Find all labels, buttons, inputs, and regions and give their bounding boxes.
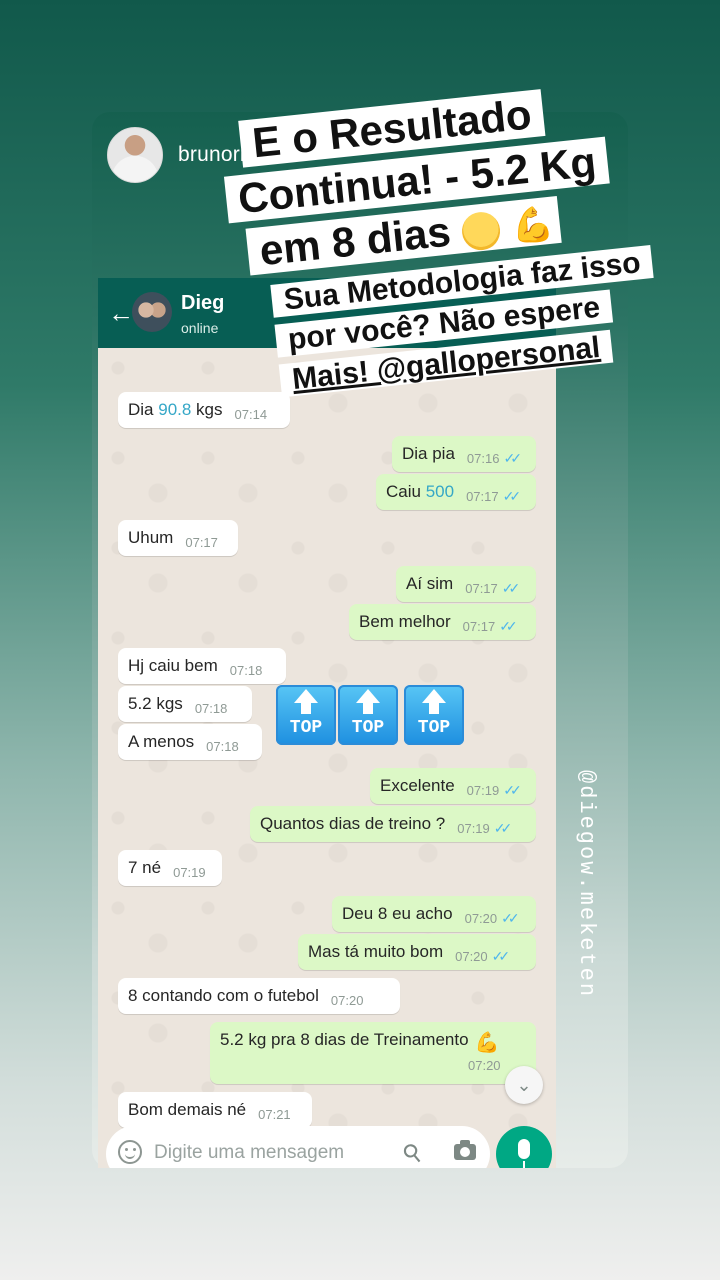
whatsapp-screenshot: ← Dieg online Dia 90.8 kgs 07:14 Dia pia… xyxy=(98,278,556,1168)
flexed-biceps-icon: 💪 xyxy=(509,204,556,247)
message-time: 07:17 xyxy=(462,618,496,634)
message-text: Deu 8 eu acho xyxy=(342,904,453,923)
message-time: 07:17 xyxy=(466,488,499,504)
read-ticks-icon: ✓✓ xyxy=(499,617,518,634)
top-emoji-label: TOP xyxy=(351,718,385,738)
message-incoming[interactable]: Hj caiu bem 07:18 xyxy=(118,648,286,684)
message-time: 07:21 xyxy=(258,1106,291,1122)
story-avatar[interactable] xyxy=(107,127,163,183)
message-time: 07:17 xyxy=(185,534,218,550)
emoji-icon[interactable] xyxy=(118,1140,142,1164)
microphone-icon xyxy=(518,1139,530,1168)
message-outgoing[interactable]: Dia pia 07:16 ✓✓ xyxy=(392,436,536,472)
message-time: 07:17 xyxy=(465,580,498,596)
top-emoji-label: TOP xyxy=(417,718,451,738)
story-mention-handle[interactable]: @diegow.meketen xyxy=(574,770,599,998)
message-outgoing[interactable]: Quantos dias de treino ? 07:19 ✓✓ xyxy=(250,806,536,842)
message-time: 07:14 xyxy=(234,406,268,422)
scroll-down-button[interactable]: ⌄ xyxy=(505,1066,543,1104)
up-arrow-stem xyxy=(429,702,439,714)
message-incoming[interactable]: A menos 07:18 xyxy=(118,724,262,760)
message-text: Aí sim xyxy=(406,574,454,593)
message-outgoing[interactable]: Bem melhor 07:17 ✓✓ xyxy=(349,604,536,640)
message-incoming[interactable]: Dia 90.8 kgs 07:14 xyxy=(118,392,290,428)
message-outgoing[interactable]: Mas tá muito bom 07:20 ✓✓ xyxy=(298,934,536,970)
message-text: kgs xyxy=(191,400,223,419)
message-text: 8 contando com o futebol xyxy=(128,986,319,1005)
read-ticks-icon: ✓✓ xyxy=(493,819,513,836)
message-incoming[interactable]: Uhum 07:17 xyxy=(118,520,238,556)
message-outgoing[interactable]: Aí sim 07:17 ✓✓ xyxy=(396,566,536,602)
up-arrow-icon xyxy=(294,689,318,703)
back-arrow-icon[interactable]: ← xyxy=(108,300,134,326)
message-text: Excelente xyxy=(380,776,455,795)
read-ticks-icon: ✓✓ xyxy=(501,909,520,926)
message-outgoing[interactable]: 5.2 kg pra 8 dias de Treinamento 💪 07:20 xyxy=(210,1022,536,1084)
message-text: A menos xyxy=(128,732,195,751)
top-emoji-icon: TOP xyxy=(404,685,464,745)
message-time: 07:18 xyxy=(229,662,263,678)
contact-avatar[interactable] xyxy=(132,292,172,332)
message-time: 07:18 xyxy=(206,738,239,754)
worried-face-icon xyxy=(460,210,503,252)
message-time: 07:20 xyxy=(468,1058,501,1073)
camera-icon[interactable] xyxy=(454,1140,476,1160)
message-input[interactable]: Digite uma mensagem ⚲ xyxy=(106,1126,490,1168)
contact-name[interactable]: Dieg xyxy=(181,292,224,315)
message-time: 07:19 xyxy=(457,820,490,836)
message-text: Dia xyxy=(128,400,159,419)
message-time: 07:20 xyxy=(455,948,488,964)
read-ticks-icon: ✓✓ xyxy=(503,781,522,798)
message-text: Uhum xyxy=(128,528,174,547)
message-highlight: 500 xyxy=(425,482,455,501)
up-arrow-icon xyxy=(422,689,446,703)
attach-icon[interactable]: ⚲ xyxy=(397,1137,429,1168)
contact-status: online xyxy=(181,320,219,336)
message-incoming[interactable]: 8 contando com o futebol 07:20 xyxy=(118,978,400,1014)
top-emoji-icon: TOP xyxy=(276,685,336,745)
message-time: 07:16 xyxy=(466,450,500,466)
top-emoji-icon: TOP xyxy=(338,685,398,745)
message-time: 07:18 xyxy=(194,700,228,716)
message-incoming[interactable]: 5.2 kgs 07:18 xyxy=(118,686,252,722)
chat-area: Dia 90.8 kgs 07:14 Dia pia 07:16 ✓✓ Caiu… xyxy=(98,348,556,1168)
message-text: 7 né xyxy=(128,858,162,877)
flexed-biceps-icon: 💪 xyxy=(474,1032,500,1054)
message-text: Mas tá muito bom xyxy=(308,942,444,961)
read-ticks-icon: ✓✓ xyxy=(491,947,511,964)
message-text: Bem melhor xyxy=(359,612,451,631)
message-incoming[interactable]: 7 né 07:19 xyxy=(118,850,222,886)
message-text: Bom demais né xyxy=(128,1100,247,1119)
message-text: 5.2 kg pra 8 dias de Treinamento xyxy=(220,1030,469,1049)
up-arrow-stem xyxy=(301,702,311,714)
message-time: 07:19 xyxy=(466,782,500,798)
message-text: Caiu xyxy=(386,482,426,501)
message-time: 07:19 xyxy=(173,864,206,880)
message-text: Hj caiu bem xyxy=(128,656,218,675)
message-outgoing[interactable]: Excelente 07:19 ✓✓ xyxy=(370,768,536,804)
message-text: Dia pia xyxy=(402,444,455,463)
read-ticks-icon: ✓✓ xyxy=(503,449,522,466)
message-text: 5.2 kgs xyxy=(128,694,183,713)
read-ticks-icon: ✓✓ xyxy=(501,579,521,596)
message-text: Quantos dias de treino ? xyxy=(260,814,446,833)
message-time: 07:20 xyxy=(464,910,498,926)
up-arrow-icon xyxy=(356,689,380,703)
top-emoji-label: TOP xyxy=(289,718,323,738)
message-incoming[interactable]: Bom demais né 07:21 xyxy=(118,1092,312,1128)
read-ticks-icon: ✓✓ xyxy=(502,487,522,504)
message-time: 07:20 xyxy=(330,992,364,1008)
message-outgoing[interactable]: Caiu 500 07:17 ✓✓ xyxy=(376,474,536,510)
message-highlight: 90.8 xyxy=(158,400,192,419)
message-input-placeholder: Digite uma mensagem xyxy=(154,1142,345,1163)
up-arrow-stem xyxy=(363,702,373,714)
message-outgoing[interactable]: Deu 8 eu acho 07:20 ✓✓ xyxy=(332,896,536,932)
